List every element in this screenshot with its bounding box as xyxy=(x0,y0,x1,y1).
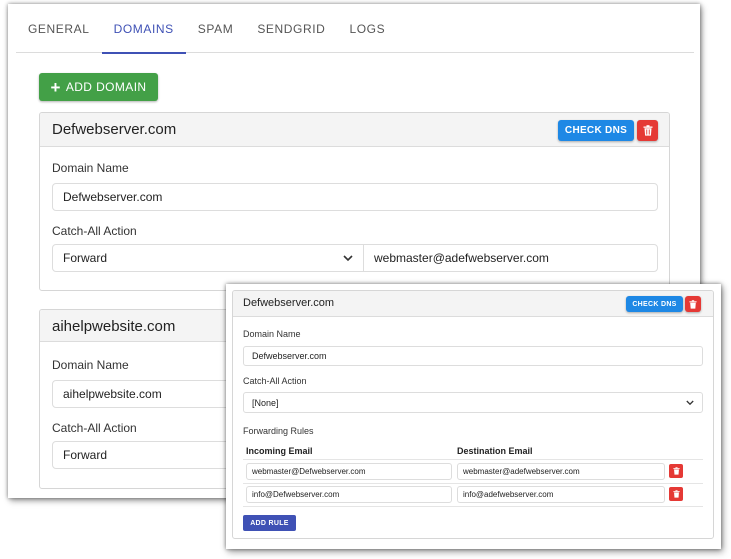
check-dns-button[interactable]: CHECK DNS xyxy=(626,296,683,312)
forwarding-rules-label: Forwarding Rules xyxy=(243,426,314,436)
tab-bar: GENERAL DOMAINS SPAM SENDGRID LOGS xyxy=(16,8,694,54)
domain-card-title: aihelpwebsite.com xyxy=(52,318,176,335)
domain-name-label: Domain Name xyxy=(52,358,129,372)
tab-general[interactable]: GENERAL xyxy=(16,8,102,53)
destination-email-header: Destination Email xyxy=(457,446,533,456)
catch-all-select[interactable]: Forward xyxy=(52,244,364,272)
tab-spam[interactable]: SPAM xyxy=(186,8,246,53)
catch-all-label: Catch-All Action xyxy=(243,376,307,386)
catch-all-select[interactable]: [None] xyxy=(243,392,703,413)
forward-to-input[interactable]: webmaster@adefwebserver.com xyxy=(363,244,658,272)
domain-name-input[interactable]: Defwebserver.com xyxy=(52,183,658,211)
delete-domain-button[interactable] xyxy=(685,296,701,312)
check-dns-button[interactable]: CHECK DNS xyxy=(558,120,634,141)
trash-icon xyxy=(643,125,652,136)
destination-email-input[interactable]: info@adefwebserver.com xyxy=(457,486,665,503)
tab-logs[interactable]: LOGS xyxy=(337,8,397,53)
domain-card-header: Defwebserver.com CHECK DNS xyxy=(40,113,669,147)
catch-all-label: Catch-All Action xyxy=(52,421,137,435)
catch-all-select-value: Forward xyxy=(63,448,108,462)
add-rule-button[interactable]: ADD RULE xyxy=(243,515,296,531)
trash-icon xyxy=(689,299,697,309)
incoming-email-input[interactable]: webmaster@Defwebserver.com xyxy=(246,463,452,480)
tab-domains[interactable]: DOMAINS xyxy=(101,8,187,54)
catch-all-select-value: Forward xyxy=(63,251,108,265)
delete-rule-button[interactable] xyxy=(669,487,683,501)
plus-icon: + xyxy=(50,77,61,97)
table-divider xyxy=(243,506,703,507)
chevron-down-icon xyxy=(343,255,353,262)
chevron-down-icon xyxy=(686,400,694,406)
domain-name-label: Domain Name xyxy=(52,161,129,175)
domain-card: Defwebserver.com CHECK DNS Domain Name D… xyxy=(232,290,714,539)
domain-card-header: Defwebserver.com CHECK DNS xyxy=(233,291,713,317)
delete-domain-button[interactable] xyxy=(637,120,658,141)
domain-detail-panel: Defwebserver.com CHECK DNS Domain Name D… xyxy=(226,284,721,549)
trash-icon xyxy=(672,467,680,475)
trash-icon xyxy=(672,490,680,498)
domain-name-input[interactable]: Defwebserver.com xyxy=(243,346,703,366)
domain-card-title: Defwebserver.com xyxy=(52,121,177,138)
table-divider xyxy=(243,483,703,484)
incoming-email-header: Incoming Email xyxy=(246,446,313,456)
incoming-email-input[interactable]: info@Defwebserver.com xyxy=(246,486,452,503)
catch-all-label: Catch-All Action xyxy=(52,224,137,238)
catch-all-select-value: [None] xyxy=(252,397,279,408)
tab-sendgrid[interactable]: SENDGRID xyxy=(245,8,337,53)
add-domain-button[interactable]: + ADD DOMAIN xyxy=(39,73,158,101)
table-divider xyxy=(243,459,703,460)
domain-card-title: Defwebserver.com xyxy=(243,297,335,309)
domain-card: Defwebserver.com CHECK DNS Domain Name D… xyxy=(39,112,670,291)
delete-rule-button[interactable] xyxy=(669,464,683,478)
domain-name-label: Domain Name xyxy=(243,329,301,339)
add-domain-label: ADD DOMAIN xyxy=(65,80,147,94)
destination-email-input[interactable]: webmaster@adefwebserver.com xyxy=(457,463,665,480)
